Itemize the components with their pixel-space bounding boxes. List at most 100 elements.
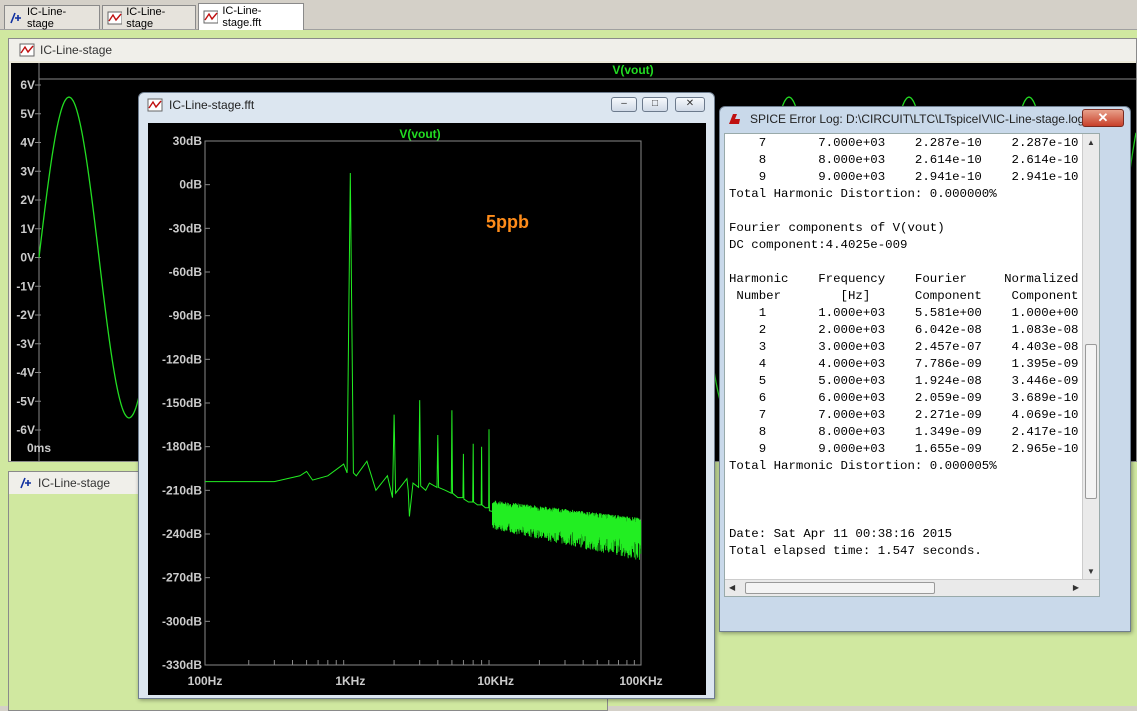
y-tick-label: -270dB bbox=[162, 571, 202, 585]
fft-chart: V(vout) 30dB 0dB -30dB -60dB -90dB -120dB -150… bbox=[162, 127, 663, 688]
y-tick-label: 6V bbox=[20, 78, 35, 92]
scroll-down-icon[interactable]: ▼ bbox=[1087, 567, 1095, 576]
y-tick-label: -210dB bbox=[162, 483, 202, 497]
log-line: 4 4.000e+03 7.786e-09 1.395e-09 bbox=[729, 357, 1079, 371]
log-line: Date: Sat Apr 11 00:38:16 2015 bbox=[729, 527, 953, 541]
tab-schematic[interactable]: IC-Line-stage bbox=[4, 5, 100, 30]
y-tick-label: -240dB bbox=[162, 527, 202, 541]
y-tick-label: 2V bbox=[20, 193, 35, 207]
y-tick-label: 3V bbox=[20, 164, 35, 178]
log-line: 6 6.000e+03 2.059e-09 3.689e-10 bbox=[729, 391, 1079, 405]
fft-window: IC-Line-stage.fft – □ ✕ V(vout) 30dB 0dB -… bbox=[138, 92, 715, 699]
y-tick-label: 0V bbox=[20, 251, 35, 265]
y-tick-label: -300dB bbox=[162, 614, 202, 628]
vertical-scroll-thumb[interactable] bbox=[1085, 344, 1097, 499]
y-tick-label: 0dB bbox=[179, 178, 202, 192]
waveform-icon bbox=[147, 98, 163, 112]
x-tick-label: 1KHz bbox=[335, 674, 365, 688]
scroll-up-icon[interactable]: ▲ bbox=[1087, 138, 1095, 147]
x-tick-label: 100KHz bbox=[619, 674, 662, 688]
tab-label: IC-Line-stage.fft bbox=[222, 5, 262, 29]
y-tick-label: 30dB bbox=[173, 134, 203, 148]
y-tick-label: -3V bbox=[16, 337, 35, 351]
log-line: Total Harmonic Distortion: 0.000000% bbox=[729, 187, 997, 201]
close-button[interactable]: ✕ bbox=[675, 97, 705, 112]
y-tick-label: 4V bbox=[20, 136, 35, 150]
pane-title-bar[interactable]: IC-Line-stage bbox=[9, 39, 1136, 61]
pane-title: IC-Line-stage bbox=[38, 476, 111, 490]
y-tick-label: -2V bbox=[16, 308, 35, 322]
y-tick-label: -120dB bbox=[162, 352, 202, 366]
tab-waveform[interactable]: IC-Line-stage bbox=[102, 5, 196, 30]
log-text-area[interactable]: 7 7.000e+03 2.287e-10 2.287e-10 8 8.000e… bbox=[724, 133, 1100, 597]
spice-log-window: SPICE Error Log: D:\CIRCUIT\LTC\LTspiceI… bbox=[719, 106, 1131, 632]
ltspice-logo-icon bbox=[729, 114, 740, 124]
scroll-left-icon[interactable]: ◀ bbox=[729, 583, 735, 592]
waveform-icon bbox=[203, 10, 219, 24]
log-line: 7 7.000e+03 2.271e-09 4.069e-10 bbox=[729, 408, 1079, 422]
waveform-icon bbox=[107, 11, 123, 24]
y-tick-label: -330dB bbox=[162, 658, 202, 672]
maximize-button[interactable]: □ bbox=[642, 97, 668, 112]
log-line: 9 9.000e+03 1.655e-09 2.965e-10 bbox=[729, 442, 1079, 456]
log-window-titlebar[interactable]: SPICE Error Log: D:\CIRCUIT\LTC\LTspiceI… bbox=[720, 107, 1130, 131]
y-tick-label: -5V bbox=[16, 394, 35, 408]
mdi-workspace: IC-Line-stage V(vout) 6V 5V 4V 3V 2V 1V 0V -1V -… bbox=[0, 30, 1137, 711]
y-tick-label: -4V bbox=[16, 366, 35, 380]
trace-label[interactable]: V(vout) bbox=[399, 127, 440, 141]
log-line: 3 3.000e+03 2.457e-07 4.403e-08 bbox=[729, 340, 1079, 354]
schematic-icon bbox=[20, 477, 31, 489]
log-line: 5 5.000e+03 1.924e-08 3.446e-09 bbox=[729, 374, 1079, 388]
x-tick-label: 100Hz bbox=[188, 674, 223, 688]
minimize-button[interactable]: – bbox=[611, 97, 637, 112]
window-title: SPICE Error Log: D:\CIRCUIT\LTC\LTspiceI… bbox=[750, 112, 1085, 126]
y-tick-label: -60dB bbox=[169, 265, 203, 279]
y-tick-label: -1V bbox=[16, 279, 35, 293]
tab-label: IC-Line-stage bbox=[26, 5, 67, 30]
horizontal-scroll-thumb[interactable] bbox=[745, 582, 935, 594]
annotation-label[interactable]: 5ppb bbox=[486, 212, 529, 232]
log-line: 2 2.000e+03 6.042e-08 1.083e-08 bbox=[729, 323, 1079, 337]
y-tick-label: -30dB bbox=[169, 221, 203, 235]
log-line: Fourier components of V(vout) bbox=[729, 221, 945, 235]
trace-label[interactable]: V(vout) bbox=[612, 63, 653, 77]
log-line: DC component:4.4025e-009 bbox=[729, 238, 908, 252]
log-line: Harmonic Frequency Fourier Normalized bbox=[729, 272, 1079, 286]
y-tick-label: 1V bbox=[20, 222, 35, 236]
log-line: Total elapsed time: 1.547 seconds. bbox=[729, 544, 982, 558]
y-tick-label: 5V bbox=[20, 107, 35, 121]
fft-plot-area[interactable]: V(vout) 30dB 0dB -30dB -60dB -90dB -120dB -150… bbox=[148, 123, 706, 695]
x-tick-label: 10KHz bbox=[477, 674, 514, 688]
scroll-right-icon[interactable]: ▶ bbox=[1073, 583, 1079, 592]
fft-trace bbox=[205, 172, 642, 531]
fft-noise-band bbox=[492, 500, 642, 560]
y-tick-label: -90dB bbox=[169, 309, 203, 323]
log-line: Total Harmonic Distortion: 0.000005% bbox=[729, 459, 997, 473]
tab-label: IC-Line-stage bbox=[126, 5, 166, 30]
close-button[interactable]: ✕ bbox=[1082, 109, 1124, 127]
log-line: 9 9.000e+03 2.941e-10 2.941e-10 bbox=[729, 170, 1079, 184]
log-line: 8 8.000e+03 1.349e-09 2.417e-10 bbox=[729, 425, 1079, 439]
log-line: Number [Hz] Component Component bbox=[729, 289, 1079, 303]
y-tick-label: -180dB bbox=[162, 440, 202, 454]
x-tick-label: 0ms bbox=[27, 441, 51, 455]
document-tab-bar: IC-Line-stage IC-Line-stage IC-Line-stag… bbox=[0, 0, 1137, 30]
waveform-icon bbox=[19, 43, 35, 57]
y-tick-label: -6V bbox=[16, 423, 35, 437]
log-line: 1 1.000e+03 5.581e+00 1.000e+00 bbox=[729, 306, 1079, 320]
window-title: IC-Line-stage.fft bbox=[169, 98, 255, 112]
log-content: 7 7.000e+03 2.287e-10 2.287e-10 8 8.000e… bbox=[725, 134, 1099, 596]
vertical-scrollbar[interactable]: ▲ ▼ bbox=[1082, 134, 1099, 596]
log-line: 8 8.000e+03 2.614e-10 2.614e-10 bbox=[729, 153, 1079, 167]
log-line: 7 7.000e+03 2.287e-10 2.287e-10 bbox=[729, 136, 1079, 150]
pane-title: IC-Line-stage bbox=[40, 43, 113, 57]
tab-fft[interactable]: IC-Line-stage.fft bbox=[198, 3, 304, 30]
schematic-icon bbox=[10, 12, 21, 23]
horizontal-scrollbar[interactable]: ◀ ▶ bbox=[725, 579, 1099, 596]
